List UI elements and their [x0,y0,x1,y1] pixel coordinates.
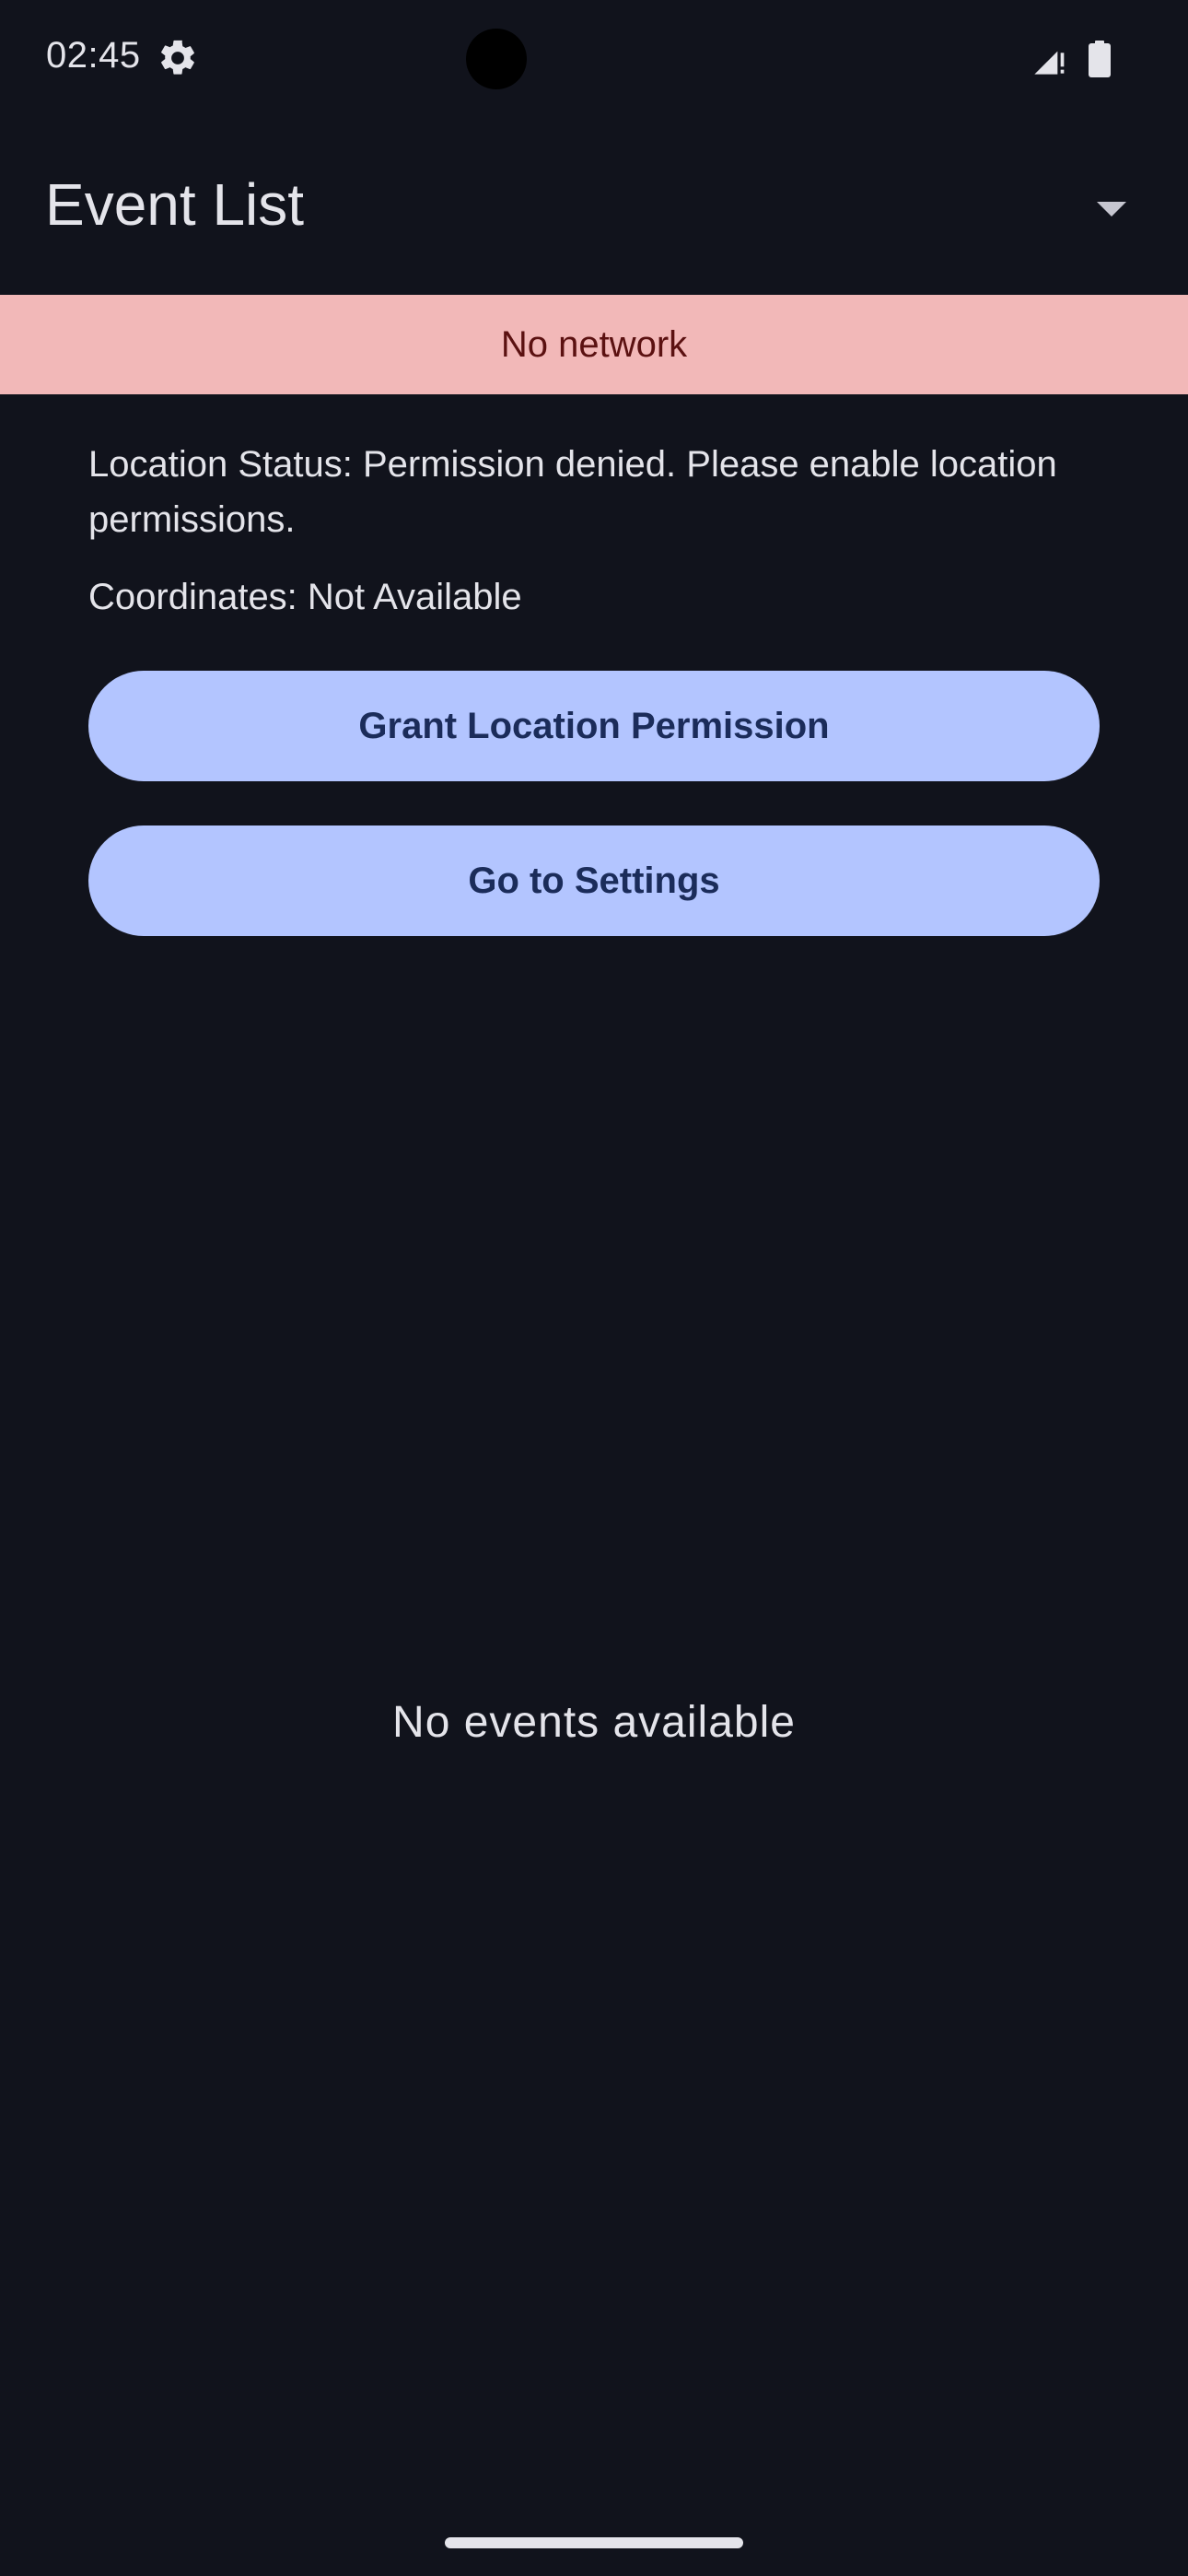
home-indicator[interactable] [445,2537,743,2548]
page-title: Event List [45,171,305,238]
battery-icon [1089,41,1111,77]
arrow-drop-down-icon [1097,202,1126,217]
grant-location-permission-button[interactable]: Grant Location Permission [88,671,1100,781]
status-bar: 02:45 [0,0,1188,120]
status-time: 02:45 [46,35,141,76]
signal-icon [1034,51,1065,75]
top-app-bar: Event List [0,120,1188,295]
gear-icon [161,40,194,75]
location-status-text: Location Status: Permission denied. Plea… [88,444,1057,540]
no-network-text: No network [500,323,688,365]
dropdown-menu-button[interactable] [1077,175,1146,243]
camera-cutout [466,29,527,89]
no-network-banner: No network [0,295,1188,394]
empty-events-text: No events available [392,1698,796,1747]
go-to-settings-button[interactable]: Go to Settings [88,825,1100,936]
coordinates-text: Coordinates: Not Available [88,577,522,617]
